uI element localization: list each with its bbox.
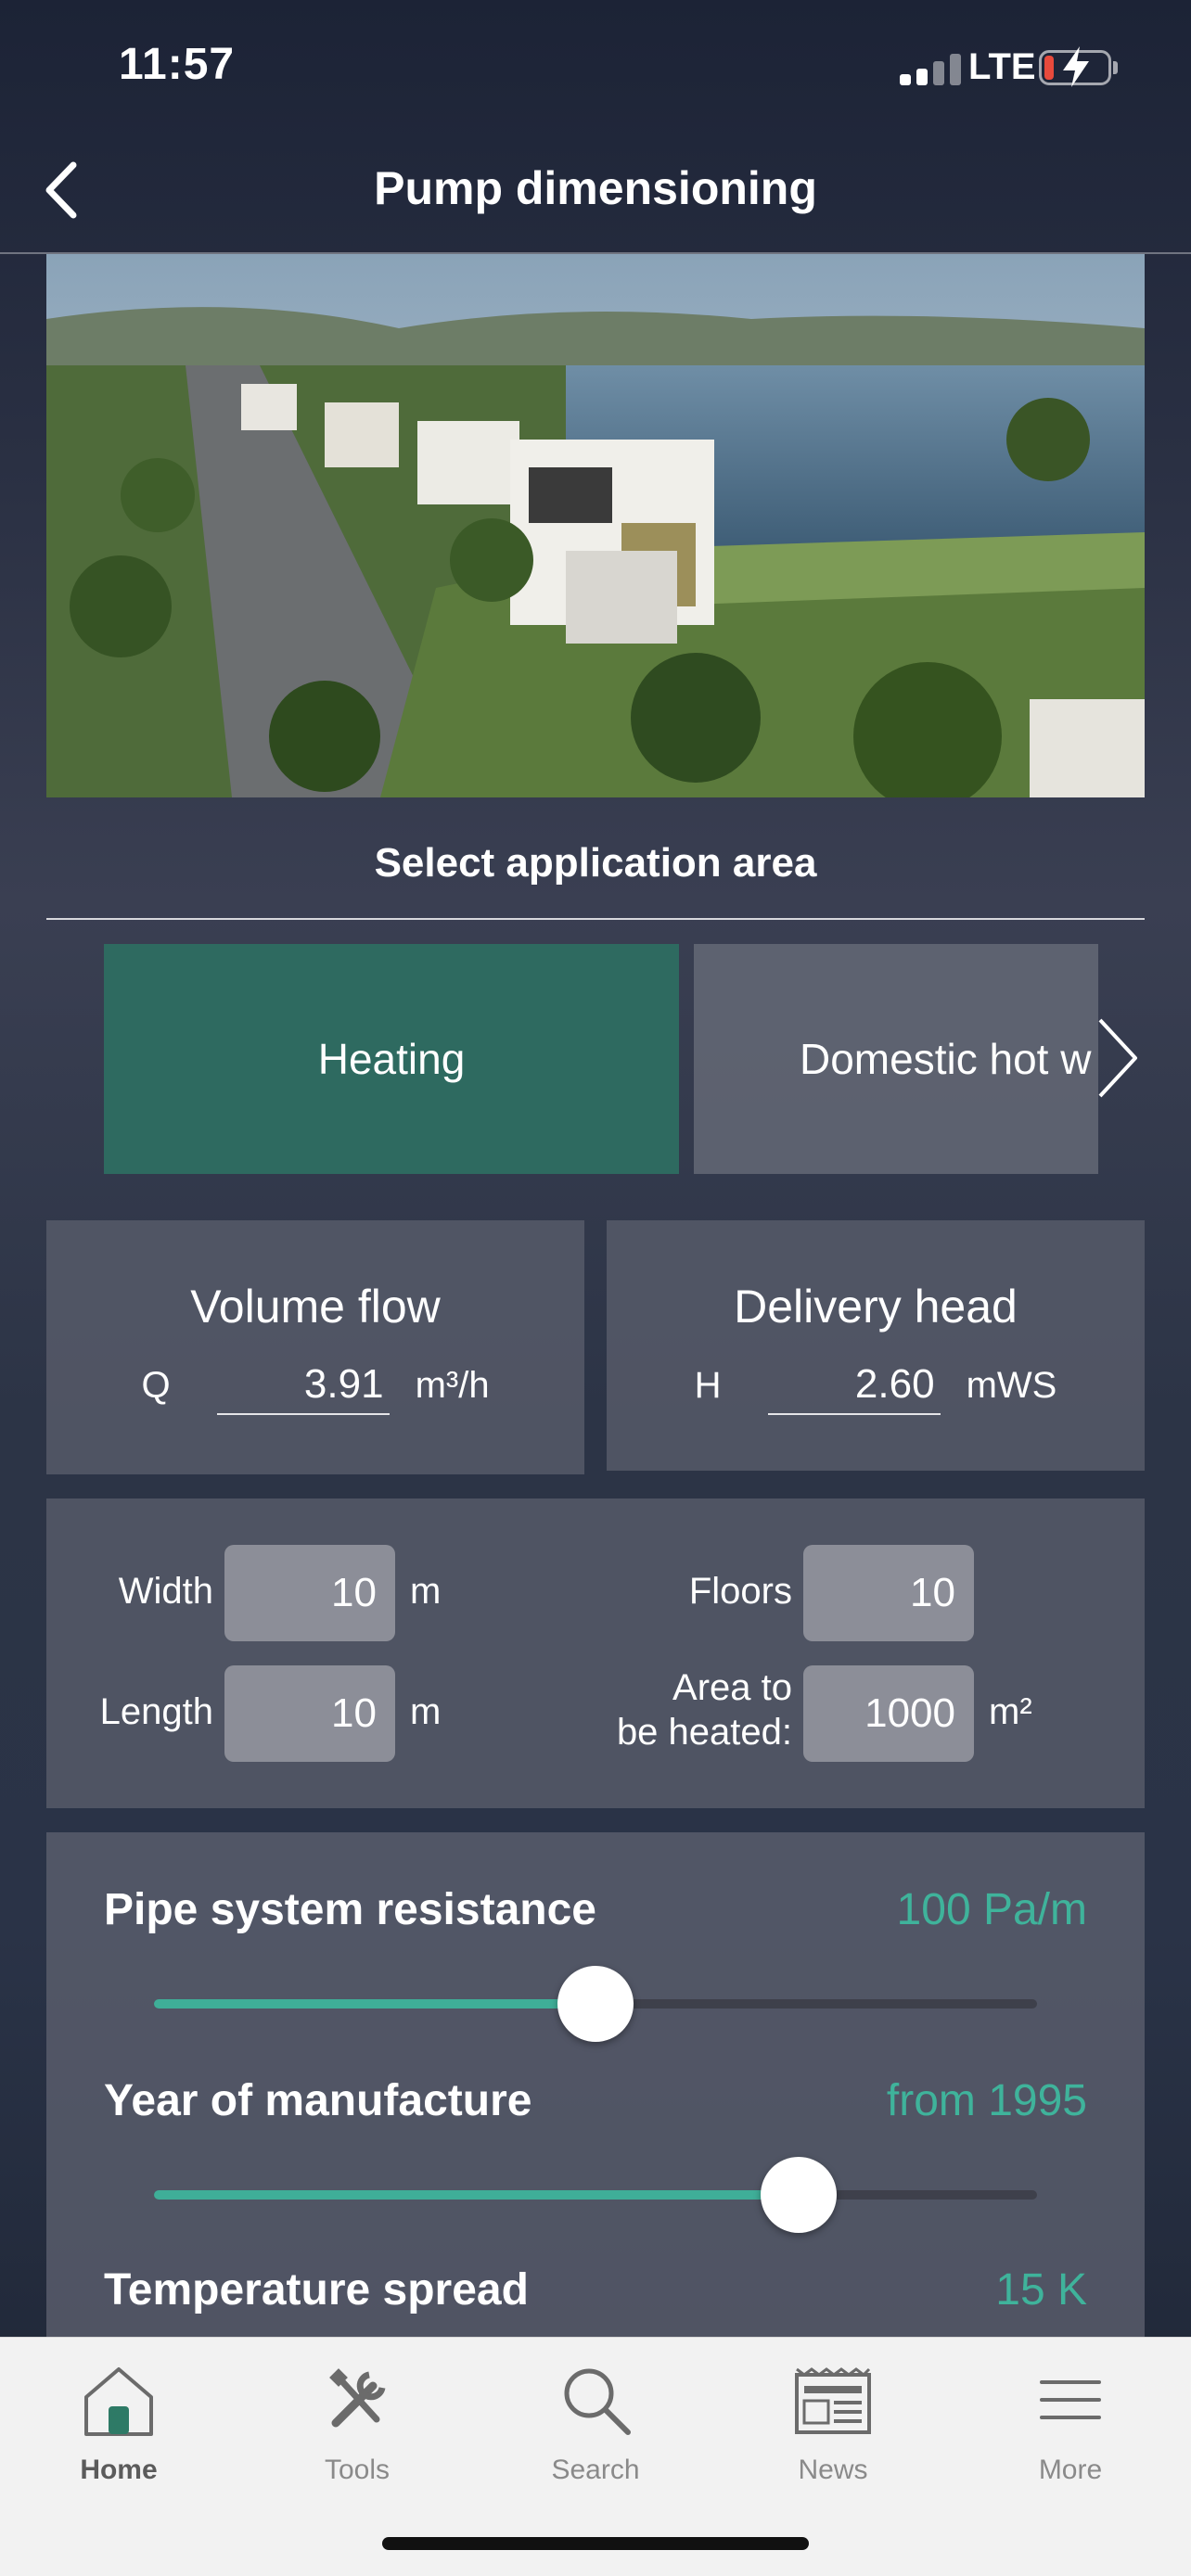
volume-flow-input[interactable]: 3.91 <box>216 1361 390 1415</box>
tab-news[interactable]: News <box>740 2358 926 2486</box>
home-indicator <box>382 2537 809 2550</box>
tab-home-label: Home <box>80 2455 158 2485</box>
year-of-manufacture-fill <box>154 2190 799 2200</box>
network-label: LTE <box>968 46 1036 87</box>
tab-home[interactable]: Home <box>26 2358 211 2486</box>
tab-news-label: News <box>798 2455 868 2485</box>
tab-search-label: Search <box>551 2455 640 2485</box>
search-icon <box>564 2368 631 2435</box>
section-title: Select application area <box>374 840 817 886</box>
volume-flow-card: Volume flow Q 3.91 m³/h <box>46 1220 584 1474</box>
tab-tools-label: Tools <box>324 2455 391 2485</box>
area-label-line2: be heated: <box>616 1712 792 1753</box>
year-of-manufacture-label: Year of manufacture <box>104 2076 532 2125</box>
floors-label: Floors <box>688 1571 792 1612</box>
building-illustration <box>46 254 1145 797</box>
delivery-head-input[interactable]: 2.60 <box>767 1361 941 1415</box>
volume-flow-symbol: Q <box>141 1365 171 1406</box>
parameters-panel: Pipe system resistance 100 Pa/m Year of … <box>46 1832 1145 2352</box>
home-icon <box>84 2367 153 2436</box>
year-of-manufacture-thumb[interactable] <box>760 2157 837 2233</box>
application-area-tabs: Heating Domestic hot w <box>104 944 1145 1174</box>
area-label: Area to be heated: <box>566 1665 792 1754</box>
floors-input[interactable]: 10 <box>803 1545 974 1641</box>
menu-icon <box>1040 2380 1101 2419</box>
pipe-resistance-value: 100 Pa/m <box>896 1885 1087 1934</box>
delivery-head-unit: mWS <box>966 1365 1057 1406</box>
delivery-head-symbol: H <box>694 1365 722 1406</box>
tab-more[interactable]: More <box>978 2358 1163 2486</box>
tab-domestic-hot-water[interactable]: Domestic hot w <box>694 944 1098 1174</box>
width-label: Width <box>118 1571 213 1612</box>
pipe-resistance-thumb[interactable] <box>557 1966 634 2042</box>
temperature-spread-label: Temperature spread <box>104 2265 529 2315</box>
volume-flow-unit: m³/h <box>415 1365 490 1406</box>
length-input[interactable]: 10 <box>224 1665 395 1762</box>
news-icon <box>795 2367 871 2434</box>
year-of-manufacture-value: from 1995 <box>886 2076 1087 2125</box>
battery-cap <box>1113 61 1118 74</box>
year-of-manufacture-slider[interactable] <box>154 2157 1037 2233</box>
status-time: 11:57 <box>119 40 236 89</box>
pipe-resistance-slider[interactable] <box>154 1966 1037 2042</box>
temperature-spread-value: 15 K <box>995 2265 1087 2315</box>
pipe-resistance-fill <box>154 1999 596 2009</box>
delivery-head-card: Delivery head H 2.60 mWS <box>607 1220 1145 1471</box>
charging-bolt-icon <box>1063 46 1089 87</box>
area-unit: m² <box>989 1691 1032 1732</box>
page-title: Pump dimensioning <box>374 162 817 214</box>
volume-flow-title: Volume flow <box>190 1281 441 1333</box>
status-bar: 11:57 LTE <box>0 0 1191 130</box>
tab-search[interactable]: Search <box>503 2358 688 2486</box>
tab-heating[interactable]: Heating <box>104 944 679 1174</box>
length-label: Length <box>99 1691 213 1732</box>
tab-tools[interactable]: Tools <box>264 2358 450 2486</box>
width-input[interactable]: 10 <box>224 1545 395 1641</box>
navigation-bar: Pump dimensioning <box>0 130 1191 254</box>
tab-more-label: More <box>1038 2455 1103 2485</box>
building-dimensions-panel: Width 10 m Length 10 m Floors 10 Area to… <box>46 1498 1145 1808</box>
hero-image <box>46 254 1145 797</box>
signal-icon <box>900 54 961 85</box>
length-unit: m <box>410 1691 442 1732</box>
area-label-line1: Area to <box>672 1667 792 1708</box>
pipe-resistance-label: Pipe system resistance <box>104 1885 596 1934</box>
tools-icon <box>329 2368 386 2428</box>
width-unit: m <box>410 1571 442 1612</box>
area-input[interactable]: 1000 <box>803 1665 974 1762</box>
delivery-head-title: Delivery head <box>734 1281 1018 1333</box>
section-divider <box>46 918 1145 920</box>
chevron-right-icon[interactable] <box>1095 1016 1141 1100</box>
